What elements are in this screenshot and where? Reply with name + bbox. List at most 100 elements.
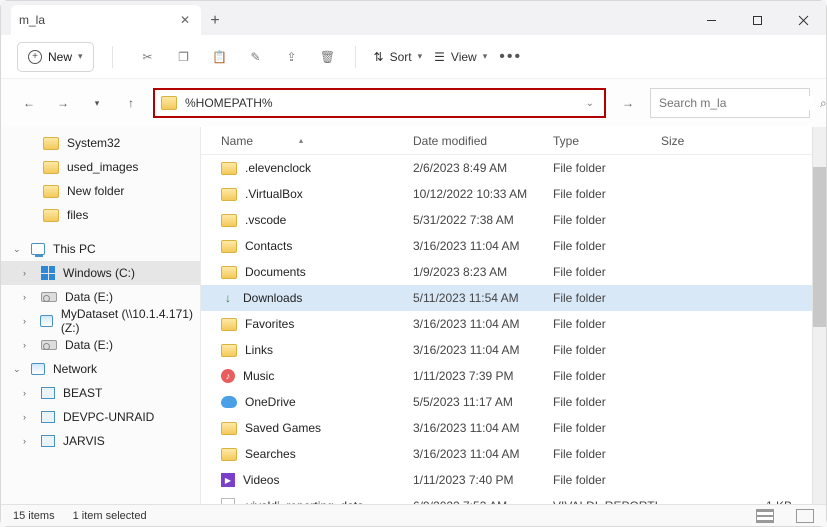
sidebar-item-server[interactable]: ›BEAST	[1, 381, 200, 405]
folder-icon	[43, 161, 59, 174]
sidebar-label: Windows (C:)	[63, 266, 135, 280]
chevron-down-icon[interactable]: ⌄	[586, 98, 598, 109]
scrollbar-thumb[interactable]	[813, 167, 826, 327]
file-date: 3/16/2023 11:04 AM	[413, 343, 553, 357]
disk-icon	[41, 340, 57, 350]
navigation-pane[interactable]: System32used_imagesNew folderfiles ⌄ Thi…	[1, 127, 201, 504]
selection-count: 1 item selected	[73, 510, 147, 522]
more-button[interactable]: •••	[499, 48, 522, 66]
sort-button[interactable]: ⇅ Sort ▾	[374, 50, 423, 64]
file-row[interactable]: Searches3/16/2023 11:04 AMFile folder	[201, 441, 812, 467]
search-box[interactable]: ⌕	[650, 88, 810, 118]
close-button[interactable]	[780, 5, 826, 35]
new-button[interactable]: + New ▾	[17, 42, 94, 72]
file-name: Videos	[243, 473, 279, 487]
chevron-right-icon: ›	[23, 316, 32, 326]
sidebar-item-drive[interactable]: › Windows (C:)	[1, 261, 200, 285]
sidebar-item-quick[interactable]: New folder	[1, 179, 200, 203]
folder-icon	[221, 422, 237, 435]
file-date: 1/11/2023 7:39 PM	[413, 369, 553, 383]
address-bar[interactable]: ⌄	[153, 88, 606, 118]
sidebar-label: BEAST	[63, 386, 102, 400]
vertical-scrollbar[interactable]	[812, 127, 826, 504]
chevron-right-icon: ›	[23, 436, 33, 446]
forward-button[interactable]: →	[51, 91, 75, 115]
folder-icon	[221, 162, 237, 175]
file-row[interactable]: .elevenclock2/6/2023 8:49 AMFile folder	[201, 155, 812, 181]
folder-icon	[43, 185, 59, 198]
file-row[interactable]: .VirtualBox10/12/2022 10:33 AMFile folde…	[201, 181, 812, 207]
back-button[interactable]: ←	[17, 91, 41, 115]
go-button[interactable]: →	[616, 91, 640, 115]
share-icon[interactable]: ⇪	[283, 48, 301, 66]
chevron-down-icon[interactable]: ▾	[85, 91, 109, 115]
file-row[interactable]: .vscode5/31/2022 7:38 AMFile folder	[201, 207, 812, 233]
file-row[interactable]: Favorites3/16/2023 11:04 AMFile folder	[201, 311, 812, 337]
file-date: 1/11/2023 7:40 PM	[413, 473, 553, 487]
search-input[interactable]	[659, 96, 814, 110]
delete-icon[interactable]: 🗑	[319, 48, 337, 66]
up-button[interactable]: ↑	[119, 91, 143, 115]
chevron-right-icon: ›	[23, 268, 33, 278]
header-type[interactable]: Type	[553, 134, 653, 148]
file-row[interactable]: Contacts3/16/2023 11:04 AMFile folder	[201, 233, 812, 259]
sidebar-item-quick[interactable]: used_images	[1, 155, 200, 179]
minimize-button[interactable]	[688, 5, 734, 35]
header-date[interactable]: Date modified	[413, 134, 553, 148]
tab-active[interactable]: m_la ✕	[11, 5, 201, 35]
window-controls	[688, 5, 826, 35]
pc-icon	[31, 243, 45, 255]
sidebar-item-server[interactable]: ›DEVPC-UNRAID	[1, 405, 200, 429]
cut-icon[interactable]: ✂	[139, 48, 157, 66]
new-tab-button[interactable]: +	[201, 7, 229, 35]
header-name[interactable]: Name▴	[213, 134, 413, 148]
sidebar-label: JARVIS	[63, 434, 105, 448]
header-size[interactable]: Size	[653, 134, 812, 148]
address-input[interactable]	[185, 96, 578, 110]
sidebar-item-quick[interactable]: files	[1, 203, 200, 227]
sidebar-item-quick[interactable]: System32	[1, 131, 200, 155]
sidebar-item-drive[interactable]: › MyDataset (\\10.1.4.171) (Z:)	[1, 309, 200, 333]
file-name: .vscode	[245, 213, 286, 227]
explorer-window: m_la ✕ + + New ▾ ✂ ❐ 📋 ✎ ⇪ 🗑 ⇅ Sort ▾	[0, 0, 827, 527]
file-row[interactable]: ↓Downloads5/11/2023 11:54 AMFile folder	[201, 285, 812, 311]
sidebar-label: MyDataset (\\10.1.4.171) (Z:)	[61, 307, 200, 335]
file-date: 3/16/2023 11:04 AM	[413, 239, 553, 253]
file-row[interactable]: Links3/16/2023 11:04 AMFile folder	[201, 337, 812, 363]
paste-icon[interactable]: 📋	[211, 48, 229, 66]
copy-icon[interactable]: ❐	[175, 48, 193, 66]
rename-icon[interactable]: ✎	[247, 48, 265, 66]
windows-drive-icon	[41, 266, 55, 280]
content-area: System32used_imagesNew folderfiles ⌄ Thi…	[1, 127, 826, 504]
file-date: 1/9/2023 8:23 AM	[413, 265, 553, 279]
sidebar-item-drive[interactable]: ›Data (E:)	[1, 333, 200, 357]
file-type: File folder	[553, 395, 653, 409]
view-label: View	[451, 50, 477, 64]
maximize-button[interactable]	[734, 5, 780, 35]
details-view-icon[interactable]	[756, 509, 774, 523]
thumbnails-view-icon[interactable]	[796, 509, 814, 523]
file-date: 2/6/2023 8:49 AM	[413, 161, 553, 175]
separator	[112, 46, 113, 68]
sidebar-this-pc[interactable]: ⌄ This PC	[1, 237, 200, 261]
file-row[interactable]: Saved Games3/16/2023 11:04 AMFile folder	[201, 415, 812, 441]
file-type: File folder	[553, 317, 653, 331]
cloud-icon	[221, 396, 237, 408]
sidebar-item-drive[interactable]: ›Data (E:)	[1, 285, 200, 309]
file-type: File folder	[553, 213, 653, 227]
status-bar: 15 items 1 item selected	[1, 504, 826, 526]
file-row[interactable]: ♪Music1/11/2023 7:39 PMFile folder	[201, 363, 812, 389]
download-icon: ↓	[221, 291, 235, 305]
column-headers[interactable]: Name▴ Date modified Type Size	[201, 127, 812, 155]
file-type: File folder	[553, 473, 653, 487]
video-icon: ▶	[221, 473, 235, 487]
tab-close-icon[interactable]: ✕	[177, 12, 193, 28]
file-row[interactable]: .vivaldi_reporting_data6/9/2022 7:53 AMV…	[201, 493, 812, 504]
file-row[interactable]: Documents1/9/2023 8:23 AMFile folder	[201, 259, 812, 285]
separator	[355, 46, 356, 68]
file-row[interactable]: ▶ Videos 1/11/2023 7:40 PMFile folder	[201, 467, 812, 493]
file-row[interactable]: OneDrive5/5/2023 11:17 AMFile folder	[201, 389, 812, 415]
sidebar-item-server[interactable]: › JARVIS	[1, 429, 200, 453]
sidebar-network[interactable]: ⌄ Network	[1, 357, 200, 381]
view-button[interactable]: ☰ View ▾	[434, 50, 487, 64]
